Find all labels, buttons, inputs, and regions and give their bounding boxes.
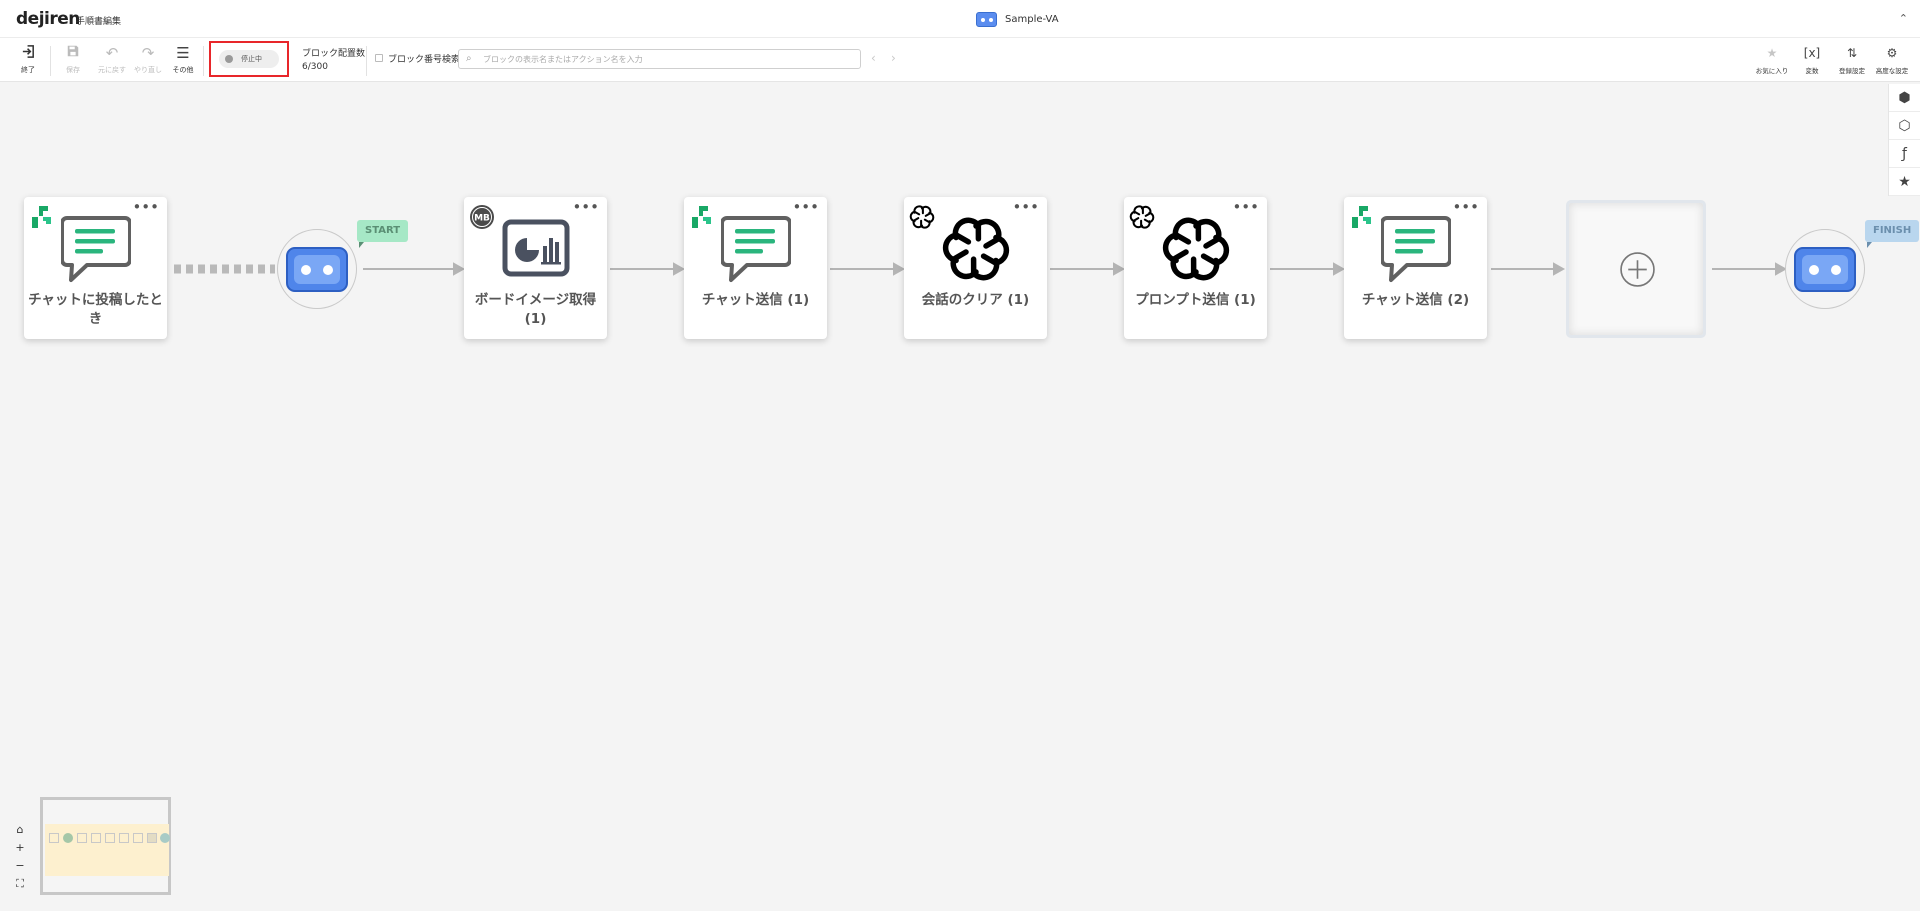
- minimap-placeholder: [147, 833, 157, 843]
- more-options-icon[interactable]: •••: [132, 200, 159, 215]
- node-label: プロンプト送信 (1): [1135, 292, 1256, 308]
- minimap-node: [133, 833, 143, 843]
- start-flag: START: [357, 220, 409, 248]
- metabase-logo-icon: MB: [470, 205, 494, 229]
- zoom-controls: ⌂ + − ⛶: [12, 821, 28, 893]
- finish-flag: FINISH: [1865, 220, 1920, 248]
- metabase-badge-text: MB: [474, 214, 490, 224]
- minimap-finish: [160, 833, 170, 843]
- start-robot[interactable]: [277, 229, 357, 309]
- zoom-in-icon[interactable]: +: [12, 839, 28, 857]
- node-label: チャットに投稿したとき: [28, 292, 163, 327]
- openai-logo-icon: [1161, 214, 1231, 284]
- zoom-out-icon[interactable]: −: [12, 857, 28, 875]
- minimap-node: [77, 833, 87, 843]
- board-chart-icon: [502, 219, 570, 277]
- robot-icon: [286, 247, 348, 292]
- minimap-start: [63, 833, 73, 843]
- node-label: チャット送信 (1): [701, 292, 810, 308]
- chat-bubble-icon: [61, 216, 131, 282]
- flow-node-prompt-send[interactable]: ••• プロンプト送信 (1): [1124, 197, 1267, 339]
- minimap-node: [49, 833, 59, 843]
- more-options-icon[interactable]: •••: [1452, 200, 1479, 215]
- chat-bubble-icon: [1381, 216, 1451, 282]
- dejiren-logo-icon: [1352, 206, 1371, 228]
- dejiren-logo-icon: [32, 206, 51, 228]
- fit-screen-icon[interactable]: ⛶: [12, 875, 28, 893]
- openai-logo-icon: [1129, 204, 1155, 230]
- flow-node-clear-conversation[interactable]: ••• 会話のクリア (1): [904, 197, 1047, 339]
- more-options-icon[interactable]: •••: [572, 200, 599, 215]
- minimap-viewport[interactable]: [45, 824, 169, 876]
- flow-node-chat-posted[interactable]: ••• チャットに投稿したとき: [24, 197, 167, 339]
- node-label: ボードイメージ取得 (1): [474, 292, 597, 327]
- node-label: チャット送信 (2): [1361, 292, 1470, 308]
- minimap-node: [119, 833, 129, 843]
- more-options-icon[interactable]: •••: [792, 200, 819, 215]
- flow-connectors: [174, 262, 1788, 276]
- flow-node-chat-send-1[interactable]: ••• チャット送信 (1): [684, 197, 827, 339]
- openai-logo-icon: [909, 204, 935, 230]
- more-options-icon[interactable]: •••: [1232, 200, 1259, 215]
- home-icon[interactable]: ⌂: [12, 821, 28, 839]
- minimap-node: [91, 833, 101, 843]
- more-options-icon[interactable]: •••: [1012, 200, 1039, 215]
- chat-bubble-icon: [721, 216, 791, 282]
- dejiren-logo-icon: [692, 206, 711, 228]
- minimap[interactable]: [40, 797, 171, 895]
- robot-icon: [1794, 247, 1856, 292]
- finish-robot[interactable]: [1785, 229, 1865, 309]
- add-block-placeholder[interactable]: [1566, 200, 1706, 338]
- flow-node-chat-send-2[interactable]: ••• チャット送信 (2): [1344, 197, 1487, 339]
- node-label: 会話のクリア (1): [921, 292, 1030, 308]
- minimap-node: [105, 833, 115, 843]
- openai-logo-icon: [941, 214, 1011, 284]
- plus-circle-icon: [1620, 252, 1655, 287]
- flow-node-board-image[interactable]: MB ••• ボードイメージ取得 (1): [464, 197, 607, 339]
